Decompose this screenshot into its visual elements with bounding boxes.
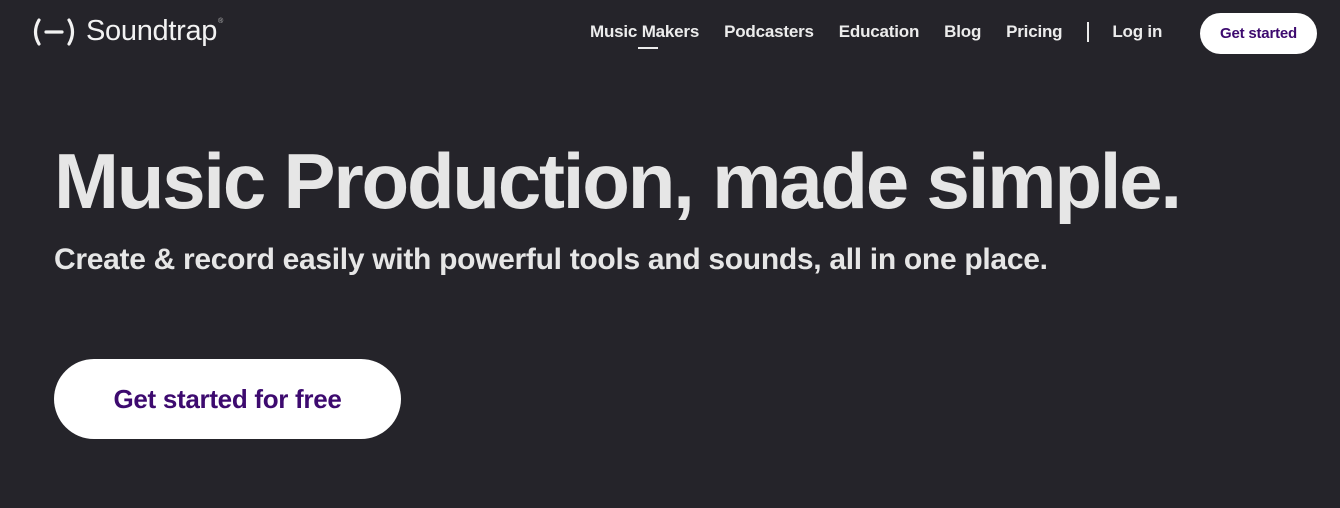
soundtrap-logo-icon — [33, 18, 75, 46]
logo-wordmark: Soundtrap — [86, 14, 218, 47]
registered-mark: ® — [218, 17, 224, 25]
site-header: Soundtrap ® Music Makers Podcasters Educ… — [0, 0, 1340, 66]
get-started-free-button[interactable]: Get started for free — [54, 359, 401, 439]
logo[interactable]: Soundtrap ® — [31, 14, 223, 50]
nav-link-music-makers[interactable]: Music Makers — [590, 22, 699, 49]
nav-link-podcasters[interactable]: Podcasters — [724, 22, 814, 42]
hero-title: Music Production, made simple. — [54, 137, 1182, 225]
header-get-started-button[interactable]: Get started — [1200, 13, 1317, 54]
nav-link-blog[interactable]: Blog — [944, 22, 981, 42]
hero-subtitle: Create & record easily with powerful too… — [54, 243, 1048, 276]
nav-link-pricing[interactable]: Pricing — [1006, 22, 1062, 42]
login-link[interactable]: Log in — [1112, 22, 1162, 42]
nav-divider — [1087, 22, 1090, 42]
main-nav: Music Makers Podcasters Education Blog P… — [590, 22, 1182, 49]
nav-link-education[interactable]: Education — [839, 22, 920, 42]
